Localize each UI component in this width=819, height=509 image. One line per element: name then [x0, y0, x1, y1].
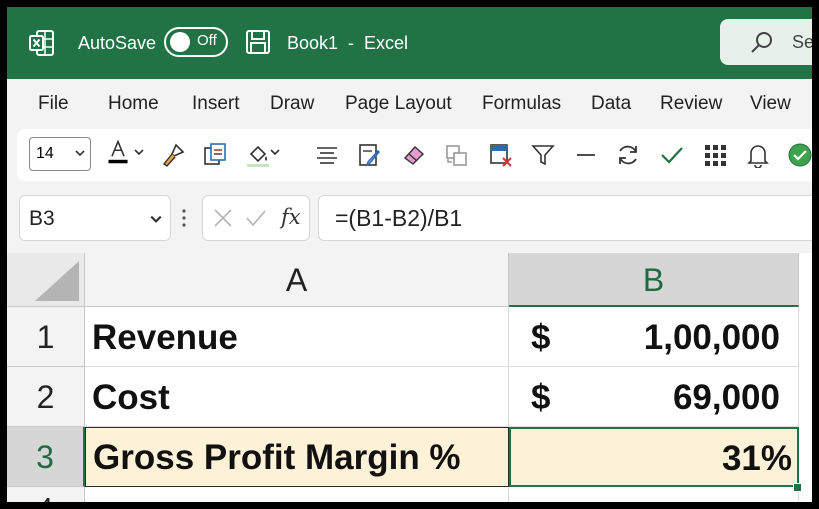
chevron-down-icon[interactable]: [270, 147, 280, 157]
row-header-3[interactable]: 3: [7, 427, 85, 487]
select-all-icon: [35, 261, 79, 301]
tab-view[interactable]: View: [750, 93, 791, 115]
fill-handle[interactable]: [793, 483, 802, 492]
cell-a2[interactable]: Cost: [85, 367, 509, 427]
title-bar: AutoSave Off Book1 - Excel Se: [7, 7, 812, 79]
chevron-down-icon: [75, 150, 85, 157]
filter-icon[interactable]: [530, 142, 556, 168]
formula-text: =(B1-B2)/B1: [335, 205, 463, 231]
check-circle-icon[interactable]: [787, 142, 812, 168]
align-icon[interactable]: [314, 142, 340, 168]
font-color-icon[interactable]: [105, 139, 131, 165]
cell-a3[interactable]: Gross Profit Margin %: [85, 427, 509, 487]
currency-symbol: $: [531, 378, 551, 417]
currency-symbol: $: [531, 318, 551, 357]
formula-controls: fx: [202, 195, 310, 241]
tab-file[interactable]: File: [38, 93, 69, 115]
tab-review[interactable]: Review: [660, 93, 722, 115]
cell-a2-text: Cost: [92, 378, 170, 417]
cell-b2-value: 69,000: [672, 378, 780, 417]
formula-bar-row: B3 fx =(B1-B2)/B1: [7, 181, 812, 253]
cell-a1-text: Revenue: [92, 318, 238, 357]
column-header-a[interactable]: A: [85, 253, 509, 307]
column-header-b[interactable]: B: [509, 253, 799, 307]
toggle-knob: [170, 32, 190, 52]
cell-a4[interactable]: [85, 487, 509, 502]
font-size-value: 14: [36, 145, 54, 162]
autosave-state: Off: [197, 32, 217, 49]
chevron-down-icon[interactable]: [134, 147, 144, 157]
tab-draw[interactable]: Draw: [270, 93, 314, 115]
worksheet-grid: A B 1 Revenue $ 1,00,000 2 Cost $ 69,000…: [7, 253, 812, 502]
row-header-4[interactable]: 4: [7, 487, 85, 502]
fill-color-icon[interactable]: [245, 142, 271, 168]
eraser-icon[interactable]: [401, 142, 427, 168]
name-box-value: B3: [29, 207, 55, 230]
refresh-icon[interactable]: [615, 142, 641, 168]
cell-b2[interactable]: $ 69,000: [509, 367, 799, 427]
delete-cells-icon[interactable]: [488, 142, 514, 168]
search-box[interactable]: Se: [720, 19, 812, 65]
copy-style-icon[interactable]: [202, 142, 228, 168]
chevron-down-icon[interactable]: [150, 213, 162, 225]
more-options-icon[interactable]: [181, 207, 187, 229]
tab-page-layout[interactable]: Page Layout: [345, 93, 452, 115]
insert-function-button[interactable]: fx: [281, 205, 301, 229]
cell-b1-value: 1,00,000: [643, 318, 780, 357]
row-header-1[interactable]: 1: [7, 307, 85, 367]
autosave-toggle[interactable]: Off: [164, 27, 228, 57]
paste-format-icon[interactable]: [444, 142, 470, 168]
excel-logo-icon[interactable]: [29, 29, 55, 57]
cancel-icon[interactable]: [213, 208, 233, 228]
name-box[interactable]: B3: [19, 195, 171, 241]
formula-input[interactable]: =(B1-B2)/B1: [318, 195, 812, 241]
cell-b3-selected[interactable]: 31%: [509, 427, 799, 487]
font-size-select[interactable]: 14: [29, 137, 91, 171]
excel-window: AutoSave Off Book1 - Excel Se File Home …: [7, 7, 812, 502]
cell-b1[interactable]: $ 1,00,000: [509, 307, 799, 367]
format-painter-icon[interactable]: [160, 142, 186, 168]
row-header-2[interactable]: 2: [7, 367, 85, 427]
ribbon-toolbar: 14: [17, 129, 812, 181]
checkmark-icon[interactable]: [659, 142, 685, 168]
search-icon: [751, 32, 772, 53]
menu-bar: File Home Insert Draw Page Layout Formul…: [7, 79, 812, 129]
save-icon[interactable]: [245, 29, 271, 55]
select-all-button[interactable]: [7, 253, 85, 307]
enter-icon[interactable]: [245, 208, 267, 228]
cell-b3-value: 31%: [721, 439, 792, 478]
search-placeholder: Se: [792, 32, 812, 52]
tab-insert[interactable]: Insert: [192, 93, 240, 115]
edit-icon[interactable]: [357, 142, 383, 168]
bell-icon[interactable]: [745, 142, 771, 168]
workbook-title: Book1 - Excel: [287, 32, 409, 53]
tab-formulas[interactable]: Formulas: [482, 93, 561, 115]
minus-icon[interactable]: [573, 142, 599, 168]
cell-a3-text: Gross Profit Margin %: [93, 438, 461, 477]
autosave-label: AutoSave: [78, 32, 157, 53]
cell-a1[interactable]: Revenue: [85, 307, 509, 367]
tab-home[interactable]: Home: [108, 93, 159, 115]
cell-b4[interactable]: [509, 487, 799, 502]
tab-data[interactable]: Data: [591, 93, 631, 115]
grid-icon[interactable]: [702, 142, 728, 168]
